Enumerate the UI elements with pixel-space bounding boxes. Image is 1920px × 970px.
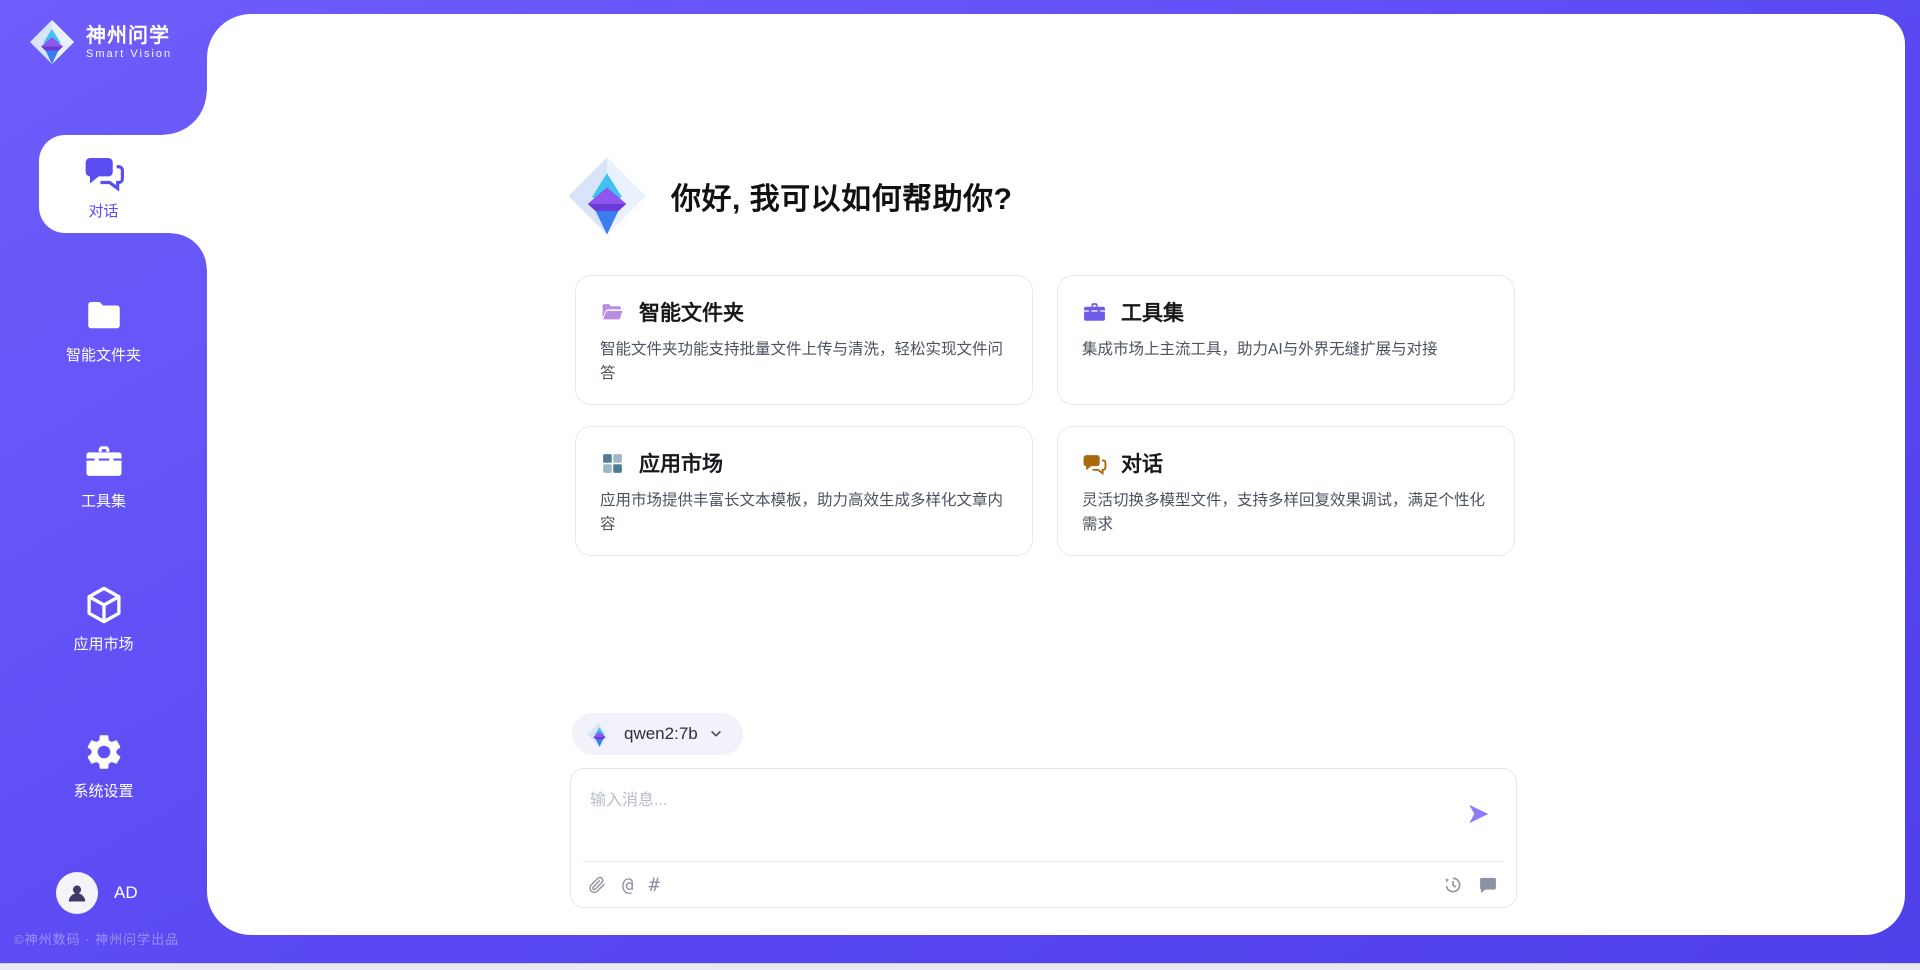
chat-solid-icon: [1478, 875, 1498, 895]
card-description: 智能文件夹功能支持批量文件上传与清洗，轻松实现文件问答: [600, 338, 1008, 386]
composer-divider: [583, 861, 1504, 862]
send-button[interactable]: [1464, 801, 1492, 829]
sidebar: 神州问学 Smart Vision 对话 智能文件夹 工具集 应用市场 系统设置: [0, 0, 207, 970]
folder-open-icon: [600, 300, 625, 325]
brand-subtitle: Smart Vision: [86, 48, 172, 60]
sidebar-item-toolset[interactable]: 工具集: [0, 441, 207, 511]
user-profile[interactable]: AD: [56, 872, 138, 914]
model-name: qwen2:7b: [624, 724, 698, 744]
pill-flare-bottom: [171, 233, 207, 269]
chat-bubbles-icon: [1082, 451, 1107, 476]
apps-grid-icon: [600, 451, 625, 476]
greeting-text: 你好, 我可以如何帮助你?: [671, 174, 1013, 218]
attach-file-button[interactable]: [587, 875, 607, 895]
person-icon: [65, 881, 89, 905]
folder-icon: [83, 295, 125, 337]
greeting-diamond-icon: [565, 154, 649, 238]
card-title: 对话: [1121, 448, 1163, 478]
chevron-down-icon: [709, 727, 723, 741]
message-input[interactable]: [571, 769, 1516, 847]
model-selector[interactable]: qwen2:7b: [572, 713, 743, 755]
toolbox-icon: [1082, 300, 1107, 325]
sidebar-item-label: 工具集: [81, 490, 126, 511]
main-panel: 你好, 我可以如何帮助你? 智能文件夹 智能文件夹功能支持批量文件上传与清洗，轻…: [207, 14, 1905, 935]
card-smart-folder[interactable]: 智能文件夹 智能文件夹功能支持批量文件上传与清洗，轻松实现文件问答: [575, 275, 1033, 405]
user-name: AD: [114, 883, 138, 903]
history-button[interactable]: [1443, 875, 1463, 895]
app-window: 神州问学 Smart Vision 对话 智能文件夹 工具集 应用市场 系统设置: [0, 0, 1920, 970]
history-clock-icon: [1443, 875, 1463, 895]
sidebar-item-app-market[interactable]: 应用市场: [0, 584, 207, 654]
avatar: [56, 872, 98, 914]
sidebar-item-chat[interactable]: 对话: [0, 151, 207, 221]
brand-diamond-icon: [28, 18, 76, 66]
sidebar-item-label: 智能文件夹: [66, 344, 141, 365]
sidebar-item-settings[interactable]: 系统设置: [0, 731, 207, 801]
sidebar-item-label: 对话: [88, 200, 118, 221]
card-app-market[interactable]: 应用市场 应用市场提供丰富长文本模板，助力高效生成多样化文章内容: [575, 426, 1033, 556]
paperclip-icon: [587, 875, 607, 895]
window-bottom-edge: [0, 963, 1920, 970]
toolbox-icon: [83, 441, 125, 483]
sidebar-item-label: 应用市场: [73, 633, 133, 654]
card-description: 应用市场提供丰富长文本模板，助力高效生成多样化文章内容: [600, 489, 1008, 537]
copyright-footer: ©神州数码 · 神州问学出品: [14, 929, 179, 948]
send-icon: [1465, 801, 1491, 827]
cube-icon: [83, 584, 125, 626]
conversations-button[interactable]: [1478, 875, 1498, 895]
pill-flare-top: [163, 91, 207, 135]
sidebar-item-smart-folder[interactable]: 智能文件夹: [0, 295, 207, 365]
message-composer: @ #: [570, 768, 1517, 908]
model-logo-icon: [586, 721, 613, 748]
card-description: 灵活切换多模型文件，支持多样回复效果调试，满足个性化需求: [1082, 489, 1490, 537]
mention-button[interactable]: @: [622, 876, 633, 895]
chat-bubbles-icon: [83, 151, 125, 193]
feature-cards: 智能文件夹 智能文件夹功能支持批量文件上传与清洗，轻松实现文件问答 工具集 集成…: [575, 275, 1517, 556]
gear-icon: [83, 731, 125, 773]
sidebar-item-label: 系统设置: [73, 780, 133, 801]
card-toolset[interactable]: 工具集 集成市场上主流工具，助力AI与外界无缝扩展与对接: [1057, 275, 1515, 405]
hashtag-button[interactable]: #: [648, 876, 659, 895]
card-chat[interactable]: 对话 灵活切换多模型文件，支持多样回复效果调试，满足个性化需求: [1057, 426, 1515, 556]
card-title: 应用市场: [639, 448, 723, 478]
brand-logo: 神州问学 Smart Vision: [28, 18, 172, 66]
greeting: 你好, 我可以如何帮助你?: [565, 154, 1013, 238]
card-title: 智能文件夹: [639, 297, 744, 327]
card-title: 工具集: [1121, 297, 1184, 327]
brand-title: 神州问学: [86, 24, 172, 48]
card-description: 集成市场上主流工具，助力AI与外界无缝扩展与对接: [1082, 338, 1490, 362]
